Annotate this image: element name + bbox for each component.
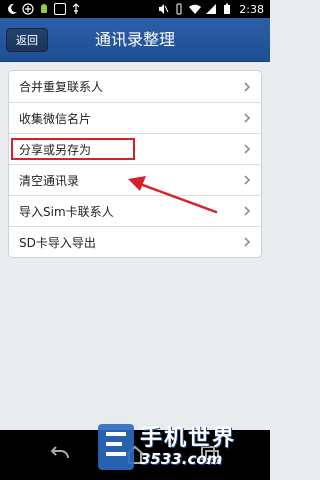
- wifi-icon: [189, 4, 202, 14]
- image-icon: [54, 3, 66, 15]
- chevron-right-icon: [244, 175, 251, 185]
- status-time: 2:38: [239, 2, 264, 16]
- menu-item-sd-import-export[interactable]: SD卡导入导出: [9, 226, 261, 257]
- menu-item-share-or-save-as[interactable]: 分享或另存为: [9, 133, 261, 164]
- battery-icon: [224, 3, 231, 14]
- menu-item-label: 收集微信名片: [19, 111, 92, 126]
- menu-item-label: 清空通讯录: [19, 173, 80, 188]
- back-button[interactable]: 返回: [6, 28, 48, 52]
- menu-list: 合并重复联系人 收集微信名片 分享或另存为 清空通讯录 导入Sim卡联系人 SD…: [8, 70, 262, 258]
- status-right: 2:38: [157, 3, 264, 16]
- recent-apps-icon[interactable]: [198, 444, 222, 466]
- back-arrow-icon[interactable]: [48, 444, 72, 466]
- chevron-right-icon: [244, 206, 251, 216]
- usb-icon: [72, 3, 80, 14]
- add-circle-icon: [22, 3, 34, 15]
- status-bar: 2:38: [0, 0, 270, 18]
- menu-item-clear-contacts[interactable]: 清空通讯录: [9, 164, 261, 195]
- mute-icon: [159, 4, 169, 14]
- chevron-right-icon: [244, 237, 251, 247]
- menu-item-import-sim-contacts[interactable]: 导入Sim卡联系人: [9, 195, 261, 226]
- menu-item-label: 合并重复联系人: [19, 80, 104, 94]
- menu-item-label: 分享或另存为: [19, 142, 92, 157]
- moon-icon: [8, 3, 17, 14]
- android-icon: [41, 4, 47, 13]
- title-bar: 通讯录整理 返回: [0, 18, 270, 62]
- signal-icon: [206, 4, 217, 14]
- chevron-right-icon: [244, 113, 251, 123]
- vibrate-icon: [176, 3, 182, 15]
- status-left: [6, 3, 82, 15]
- chevron-right-icon: [244, 81, 251, 92]
- menu-item-label: SD卡导入导出: [19, 235, 96, 250]
- navigation-bar: [0, 430, 270, 480]
- menu-item-label: 导入Sim卡联系人: [19, 204, 114, 219]
- chevron-right-icon: [244, 144, 251, 154]
- menu-item-merge-duplicates[interactable]: 合并重复联系人: [9, 71, 261, 102]
- home-icon[interactable]: [123, 444, 147, 466]
- menu-item-collect-wechat-cards[interactable]: 收集微信名片: [9, 102, 261, 133]
